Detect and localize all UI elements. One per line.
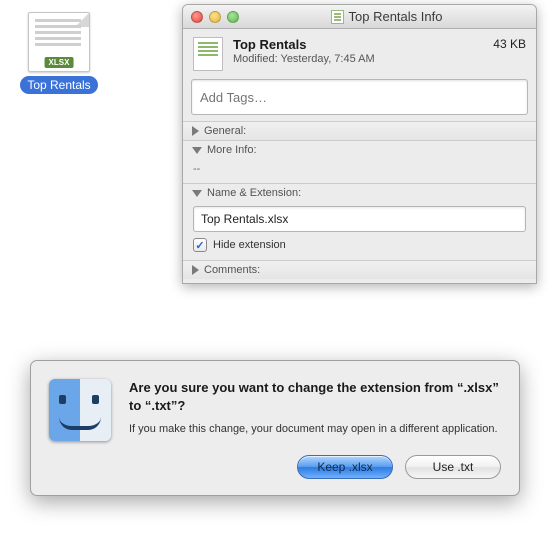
summary-filename: Top Rentals [233,37,483,52]
filename-input[interactable] [193,206,526,232]
desktop-file[interactable]: XLSX Top Rentals [14,12,104,94]
summary-modified: Modified: Yesterday, 7:45 AM [233,53,483,65]
disclosure-triangle-icon [192,265,199,275]
document-proxy-icon[interactable] [331,10,344,24]
window-minimize-button[interactable] [209,11,221,23]
disclosure-triangle-icon [192,190,202,197]
disclosure-triangle-icon [192,126,199,136]
file-thumbnail-icon [193,37,223,71]
section-label: Name & Extension: [207,187,301,199]
finder-icon [49,379,111,441]
window-zoom-button[interactable] [227,11,239,23]
tags-input[interactable] [191,79,528,115]
dialog-title: Are you sure you want to change the exte… [129,379,501,414]
summary-size: 43 KB [493,37,526,51]
titlebar[interactable]: Top Rentals Info [183,5,536,29]
xlsx-file-icon: XLSX [28,12,90,72]
get-info-window: Top Rentals Info Top Rentals Modified: Y… [182,4,537,284]
hide-extension-row[interactable]: ✓ Hide extension [193,238,526,252]
hide-extension-checkbox[interactable]: ✓ [193,238,207,252]
extension-change-dialog: Are you sure you want to change the exte… [30,360,520,496]
more-info-body: -- [183,159,536,183]
section-label: Comments: [204,264,260,276]
file-type-badge: XLSX [45,57,74,68]
section-general[interactable]: General: [183,121,536,140]
section-comments[interactable]: Comments: [183,260,536,279]
dialog-message: If you make this change, your document m… [129,422,501,437]
window-title-text: Top Rentals Info [349,9,443,24]
desktop-file-label[interactable]: Top Rentals [20,76,97,94]
file-summary: Top Rentals Modified: Yesterday, 7:45 AM… [183,29,536,77]
section-label: More Info: [207,144,257,156]
section-label: General: [204,125,246,137]
keep-extension-button[interactable]: Keep .xlsx [297,455,393,479]
section-name-extension[interactable]: Name & Extension: [183,183,536,202]
window-close-button[interactable] [191,11,203,23]
disclosure-triangle-icon [192,147,202,154]
hide-extension-label: Hide extension [213,239,286,251]
use-extension-button[interactable]: Use .txt [405,455,501,479]
section-more-info[interactable]: More Info: [183,140,536,159]
window-title: Top Rentals Info [245,9,528,24]
